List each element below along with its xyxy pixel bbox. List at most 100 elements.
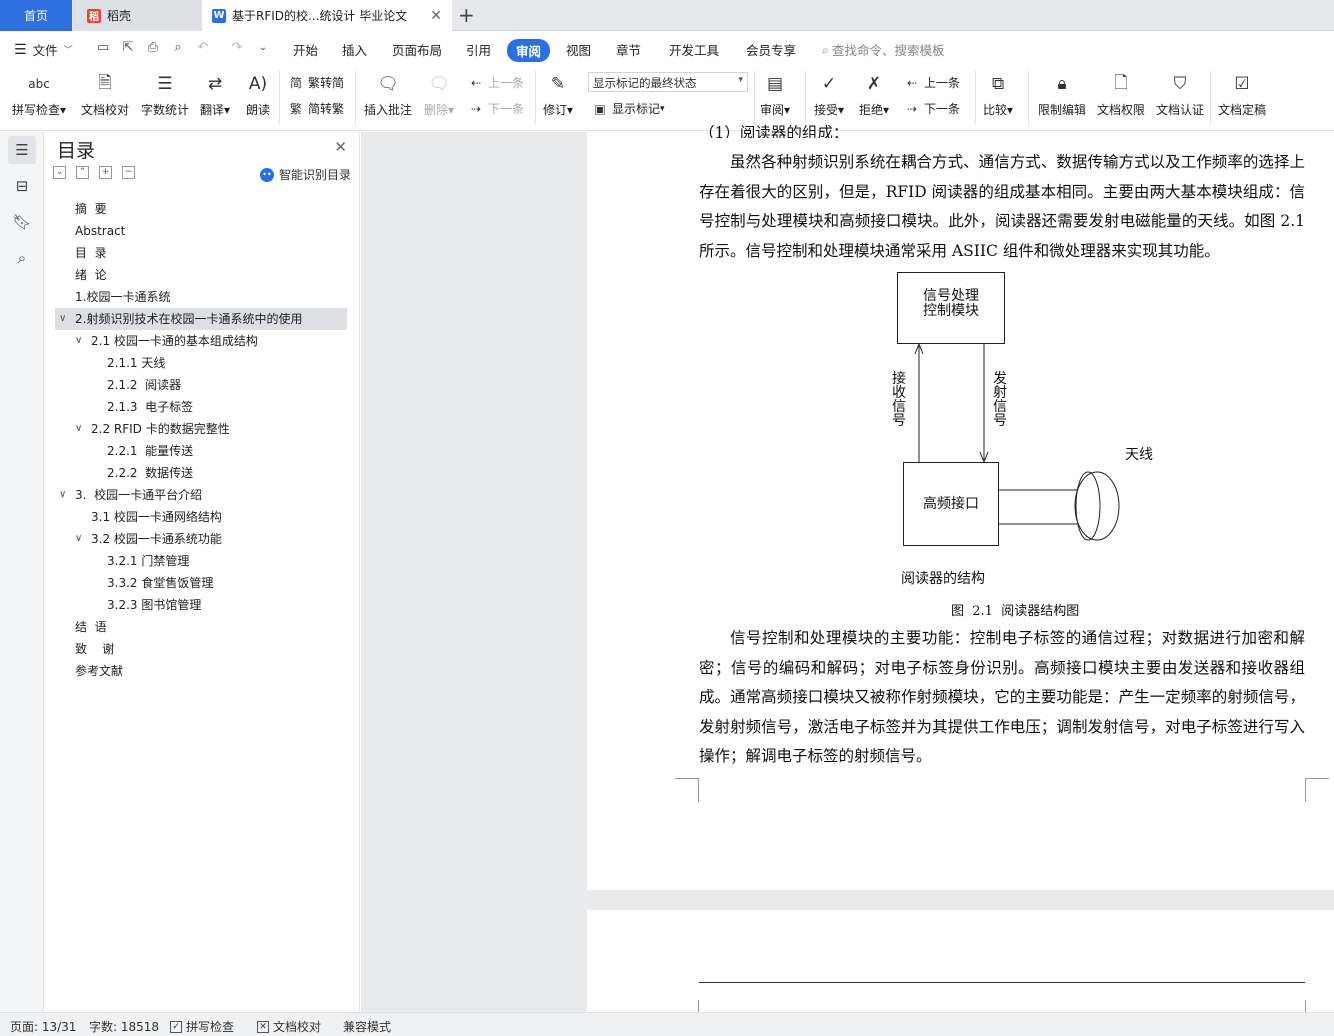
menu-insert[interactable]: 插入 [342, 40, 367, 59]
lock-icon: 🔒︎ [1057, 74, 1067, 94]
expand-arrow-icon[interactable]: ∨ [75, 330, 82, 352]
toc-item[interactable]: 摘 要 [45, 198, 360, 220]
menu-developer[interactable]: 开发工具 [669, 40, 719, 59]
page-indicator[interactable]: 页面: 13/31 [10, 1018, 76, 1035]
export-icon[interactable]: ⇱ [121, 41, 135, 55]
expand-arrow-icon[interactable]: ∨ [75, 528, 82, 550]
add-heading-icon[interactable]: + [99, 166, 112, 179]
delete-comment-button[interactable]: 🗨 删除▾ [424, 71, 454, 118]
close-icon[interactable]: ✕ [334, 138, 347, 156]
chapter-nav-icon[interactable]: ⊟ [8, 172, 36, 200]
toc-item[interactable]: 致 谢 [45, 638, 360, 660]
toc-item[interactable]: 3.2.1 门禁管理 [45, 550, 360, 572]
redo-icon[interactable]: ↷ [230, 41, 244, 55]
track-changes-button[interactable]: ✎ 修订▾ [543, 71, 573, 118]
word-count-button[interactable]: ☰ 字数统计 [141, 71, 189, 118]
insert-comment-button[interactable]: 🗨 插入批注 [364, 71, 412, 118]
expand-arrow-icon[interactable]: ∨ [59, 308, 66, 330]
review-pane-button[interactable]: ▤ 审阅▾ [760, 71, 790, 118]
toc-item[interactable]: 2.1.2 阅读器 [45, 374, 360, 396]
word-count-indicator[interactable]: 字数: 18518 [89, 1018, 159, 1035]
trad-to-simp-button[interactable]: 简繁转简 [288, 74, 344, 91]
prev-comment-button[interactable]: ⇠ 上一条 [468, 74, 524, 91]
print-icon[interactable]: ⎙ [146, 41, 160, 55]
toc-item[interactable]: 2.1.3 电子标签 [45, 396, 360, 418]
save-icon[interactable]: ▭ [96, 41, 110, 55]
quick-access-more-icon[interactable]: ⌄ [256, 41, 270, 55]
command-search[interactable]: ⌕ 查找命令、搜索模板 [822, 40, 945, 59]
read-aloud-button[interactable]: A) 朗读 [245, 71, 271, 118]
toc-item[interactable]: 参考文献 [45, 660, 360, 682]
toc-item[interactable]: 3.3.2 食堂售饭管理 [45, 572, 360, 594]
toc-item[interactable]: ∨ 2.射频识别技术在校园一卡通系统中的使用 [55, 308, 347, 330]
toc-item[interactable]: 3.1 校园一卡通网络结构 [45, 506, 360, 528]
prev-change-button[interactable]: ⇠ 上一条 [904, 74, 960, 91]
simp-to-trad-button[interactable]: 繁简转繁 [288, 100, 344, 117]
reject-button[interactable]: ✗ 拒绝▾ [859, 71, 889, 118]
collapse-all-icon[interactable]: ⌃ [76, 166, 89, 179]
next-comment-button[interactable]: ⇢ 下一条 [468, 100, 524, 117]
toc-item[interactable]: 2.1.1 天线 [45, 352, 360, 374]
menu-member[interactable]: 会员专享 [746, 40, 796, 59]
toc-item[interactable]: ∨ 3. 校园一卡通平台介绍 [45, 484, 360, 506]
toc-item[interactable]: ∨ 2.2 RFID 卡的数据完整性 [45, 418, 360, 440]
translate-button[interactable]: ⇄ 翻译▾ [200, 71, 230, 118]
toc-item[interactable]: 1.校园一卡通系统 [45, 286, 360, 308]
print-preview-icon[interactable]: ⌕ [171, 41, 185, 55]
toc-item[interactable]: 结 语 [45, 616, 360, 638]
smart-toc-button[interactable]: •• 智能识别目录 [259, 166, 351, 183]
word-count-label: 字数统计 [141, 103, 190, 117]
restrict-editing-button[interactable]: 🔒︎ 限制编辑 [1038, 71, 1086, 118]
spell-check-button[interactable]: abc 拼写检查▾ [12, 71, 66, 118]
menu-review[interactable]: 审阅 [507, 39, 551, 62]
tab-home[interactable]: 首页 [0, 0, 72, 31]
toc-panel-icon[interactable]: ☰ [8, 136, 36, 164]
markup-state-select[interactable]: 显示标记的最终状态 ▾ [588, 72, 748, 92]
toc-item-label: 结 语 [75, 620, 107, 634]
reject-icon: ✗ [866, 74, 882, 94]
expand-arrow-icon[interactable]: ∨ [59, 484, 66, 506]
menu-section[interactable]: 章节 [616, 40, 641, 59]
toc-item[interactable]: 目 录 [45, 242, 360, 264]
menu-bar: ☰ 文件 ﹀ ▭ ⇱ ⎙ ⌕ ↶ ↷ ⌄ 开始 插入 页面布局 引用 审阅 视图… [0, 31, 1334, 67]
file-menu-label: 文件 [32, 43, 58, 58]
bookmark-icon[interactable]: 🔖︎ [8, 208, 36, 236]
compare-text: 比较 [983, 103, 1008, 117]
undo-icon[interactable]: ↶ [196, 41, 210, 55]
doc-permission-button[interactable]: 🗋 文档权限 [1097, 71, 1145, 118]
toc-item[interactable]: 绪 论 [45, 264, 360, 286]
document-page: （1）阅读器的组成： 虽然各种射频识别系统在耦合方式、通信方式、数据传输方式以及… [587, 124, 1334, 890]
toc-item[interactable]: 2.2.1 能量传送 [45, 440, 360, 462]
menu-start[interactable]: 开始 [293, 40, 318, 59]
rf-interface-label: 高频接口 [923, 496, 979, 512]
show-markup-button[interactable]: ▣ 显示标记 ▾ [592, 100, 664, 117]
new-tab-icon[interactable]: + [458, 3, 475, 27]
find-icon[interactable]: ⌕ [8, 244, 36, 272]
status-doc-proof[interactable]: ✕ 文档校对 [257, 1018, 321, 1035]
tab-daoke[interactable]: 稻 稻壳 [73, 0, 201, 31]
expand-arrow-icon[interactable]: ∨ [75, 418, 82, 440]
close-tab-icon[interactable]: ✕ [430, 8, 442, 24]
finalize-label: 文档定稿 [1218, 103, 1267, 117]
toc-item[interactable]: 3.2.3 图书馆管理 [45, 594, 360, 616]
menu-references[interactable]: 引用 [466, 40, 491, 59]
menu-page-layout[interactable]: 页面布局 [392, 40, 442, 59]
translate-icon: ⇄ [207, 74, 223, 94]
finalize-button[interactable]: ☑ 文档定稿 [1218, 71, 1266, 118]
toc-item[interactable]: Abstract [45, 220, 360, 242]
status-spell-check[interactable]: ✓ 拼写检查 [170, 1018, 234, 1035]
doc-certify-button[interactable]: ⛉ 文档认证 [1156, 71, 1204, 118]
expand-all-icon[interactable]: ⌄ [53, 166, 66, 179]
menu-view[interactable]: 视图 [566, 40, 591, 59]
toc-item[interactable]: 2.2.2 数据传送 [45, 462, 360, 484]
accept-button[interactable]: ✓ 接受▾ [814, 71, 844, 118]
toc-item[interactable]: ∨ 2.1 校园一卡通的基本组成结构 [45, 330, 360, 352]
remove-heading-icon[interactable]: − [122, 166, 135, 179]
file-menu[interactable]: ☰ 文件 ﹀ [14, 40, 73, 59]
tab-document[interactable]: W 基于RFID的校...统设计 毕业论文 ✕ [202, 0, 452, 31]
paragraph: 信号控制和处理模块的主要功能：控制电子标签的通信过程；对数据进行加密和解密；信号… [699, 629, 1305, 765]
toc-item[interactable]: ∨ 3.2 校园一卡通系统功能 [45, 528, 360, 550]
next-change-button[interactable]: ⇢ 下一条 [904, 100, 960, 117]
doc-proof-button[interactable]: 🗎 文档校对 [81, 71, 129, 118]
compare-button[interactable]: ⧉ 比较▾ [983, 71, 1013, 118]
